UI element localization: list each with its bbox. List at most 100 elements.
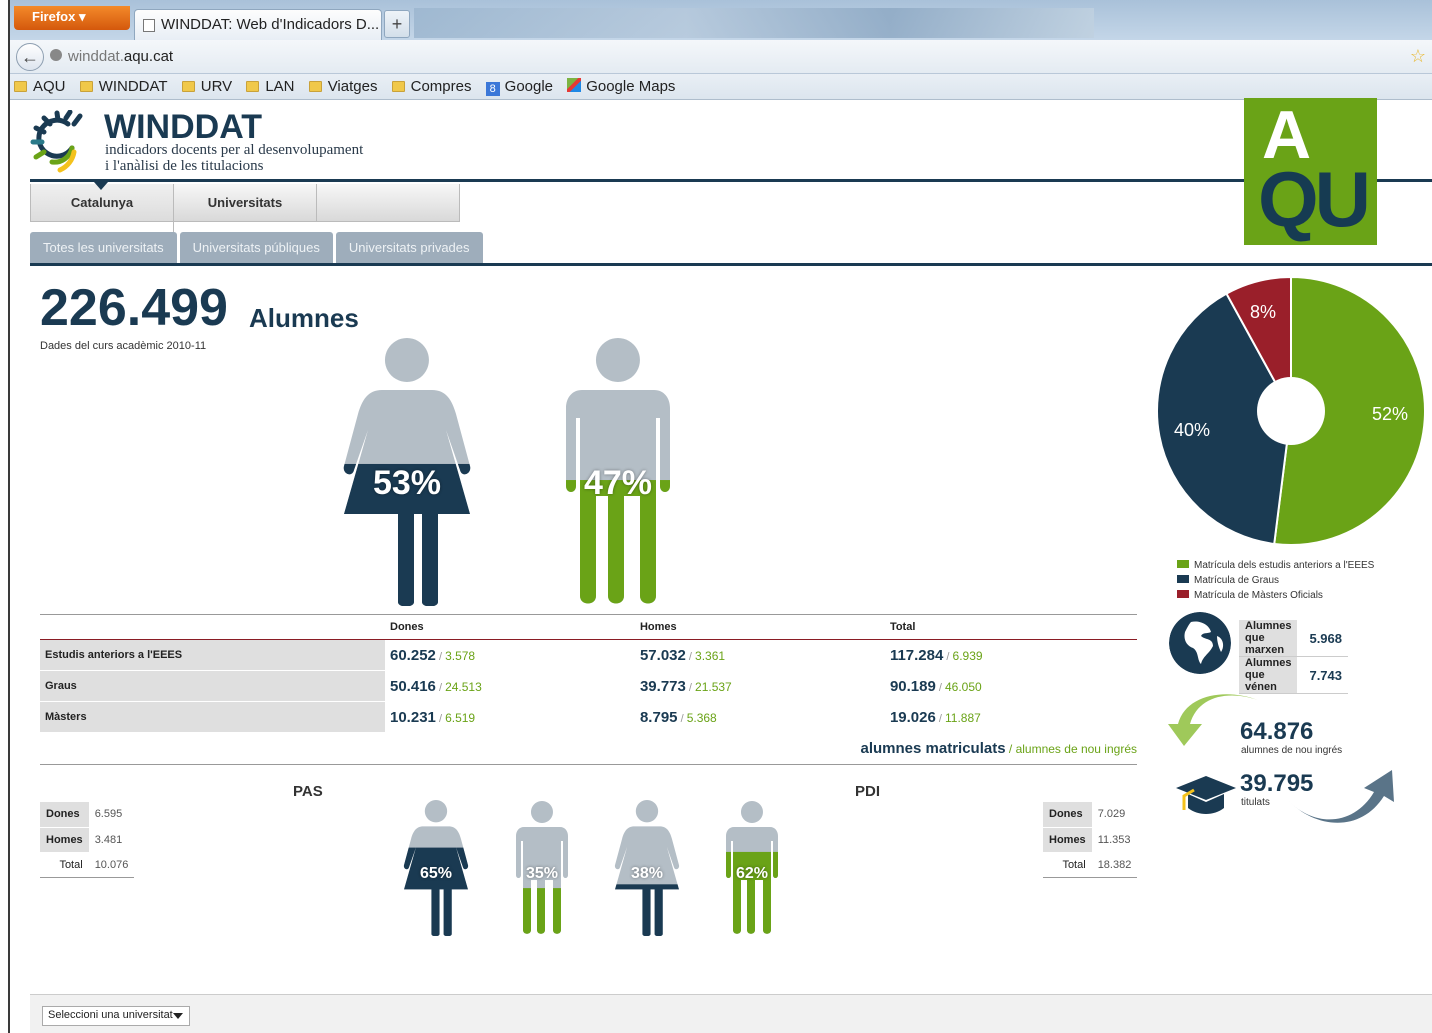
pie-label-masters: 8% — [1250, 302, 1277, 322]
header-divider — [30, 179, 1244, 182]
bookmark-label: Viatges — [327, 78, 378, 95]
bookmark-label: Google Maps — [586, 78, 676, 95]
row-value: 6.595 — [88, 802, 135, 828]
new-tab-button[interactable]: + — [384, 10, 410, 38]
col-header-total: Total — [884, 614, 1137, 640]
cell-sub: 24.513 — [445, 679, 482, 694]
table-row: Alumnes que marxen 5.968 — [1239, 620, 1349, 657]
legend-label: Matrícula de Graus — [1194, 575, 1280, 586]
tabs-divider — [30, 263, 1432, 266]
cell-sub: 5.368 — [686, 710, 717, 725]
row-label: Dones — [40, 802, 89, 828]
bookmark-label: LAN — [265, 78, 295, 95]
table-row: Màsters 10.231 / 6.519 8.795 / 5.368 19.… — [40, 701, 1137, 733]
pie-label-graus: 40% — [1174, 420, 1211, 440]
cell: 19.026 / 11.887 — [884, 701, 1137, 733]
curved-arrow-out-icon — [1288, 770, 1394, 823]
cell-main: 39.773 — [639, 677, 686, 695]
outgoing-value: 5.968 — [1297, 620, 1349, 657]
cell-main: 8.795 — [639, 708, 678, 726]
total-students: 226.499 — [40, 279, 228, 337]
back-arrow-icon[interactable]: ← — [16, 43, 44, 71]
folder-icon — [246, 81, 260, 92]
footer-bar: Seleccioni una universitat — [30, 994, 1432, 1033]
blurred-taskbar — [414, 8, 1094, 38]
legend-swatch-green — [1177, 560, 1189, 568]
men-percentage: 47% — [583, 464, 653, 502]
pdi-women-percentage: 38% — [630, 865, 664, 882]
pas-women-percentage: 65% — [419, 865, 453, 882]
cell-main: 50.416 — [390, 677, 436, 695]
chevron-down-icon — [173, 1013, 183, 1019]
url-bar[interactable]: winddat.aqu.cat — [50, 48, 173, 65]
incoming-label: Alumnes que vénen — [1239, 656, 1298, 694]
bookmark-winddat[interactable]: WINDDAT — [79, 78, 168, 95]
tab-universitats[interactable]: Universitats — [174, 184, 317, 221]
table-row: Homes 3.481 — [40, 827, 135, 853]
table-header: Dones Homes Total — [40, 614, 1137, 640]
cell: 57.032 / 3.361 — [634, 639, 885, 671]
pas-table: Dones 6.595 Homes 3.481 Total 10.076 — [40, 802, 135, 878]
subtab-totes[interactable]: Totes les universitats — [30, 232, 177, 264]
active-tab-indicator-icon — [94, 182, 108, 190]
table-row: Alumnes que vénen 7.743 — [1239, 656, 1349, 694]
winddat-logo-icon — [30, 110, 83, 173]
cell-main: 10.231 — [390, 708, 436, 726]
col-header-homes: Homes — [634, 614, 885, 640]
row-label: Dones — [1043, 802, 1092, 828]
table-row: Dones 6.595 — [40, 802, 135, 828]
page-content: WINDDAT indicadors docents per al desenv… — [20, 97, 1432, 1033]
pdi-man-figure: 62% — [724, 800, 780, 936]
subtab-privades[interactable]: Universitats privades — [335, 232, 483, 264]
bookmark-label: Google — [504, 78, 554, 95]
bookmark-compres[interactable]: Compres — [391, 78, 471, 95]
cell: 60.252 / 3.578 — [385, 639, 635, 671]
bookmark-google-maps[interactable]: Google Maps — [567, 78, 675, 95]
cell-main: 60.252 — [390, 646, 436, 664]
woman-figure: 53% — [342, 338, 472, 606]
bookmark-aqu[interactable]: AQU — [14, 78, 66, 95]
bookmark-label: WINDDAT — [98, 78, 168, 95]
row-label: Homes — [40, 827, 89, 853]
col-header — [40, 614, 385, 640]
bookmark-urv[interactable]: URV — [181, 78, 232, 95]
incoming-value: 7.743 — [1297, 656, 1349, 694]
cell-main: 90.189 — [889, 677, 936, 695]
folder-icon — [391, 81, 405, 92]
firefox-menu-button[interactable]: Firefox ▾ — [14, 6, 130, 30]
pas-woman-figure: 65% — [403, 800, 469, 936]
caption-sub: alumnes de nou ingrés — [1015, 742, 1137, 756]
star-icon[interactable]: ☆ — [1410, 46, 1426, 67]
maps-icon — [567, 78, 582, 92]
cell: 50.416 / 24.513 — [385, 670, 635, 702]
table-caption: alumnes matriculats / alumnes de nou ing… — [861, 740, 1138, 757]
cell-main: 117.284 — [889, 646, 944, 664]
cell: 8.795 / 5.368 — [634, 701, 885, 733]
legend-item: Matrícula de Graus — [1177, 573, 1374, 588]
site-subtitle-line1: indicadors docents per al desenvolupamen… — [105, 142, 364, 158]
man-figure: 47% — [562, 338, 674, 606]
bookmark-viatges[interactable]: Viatges — [308, 78, 378, 95]
enrollment-table: Dones Homes Total Estudis anteriors a l'… — [40, 614, 1137, 733]
caption-main: alumnes matriculats — [860, 740, 1006, 757]
bookmark-google[interactable]: 8 Google — [485, 78, 554, 96]
pas-men-percentage: 35% — [525, 865, 559, 882]
aqu-logo[interactable]: A QU — [1244, 97, 1377, 245]
tab-title: WINDDAT: Web d'Indicadors D... — [161, 16, 380, 33]
row-value: 3.481 — [88, 827, 135, 853]
mobility-table: Alumnes que marxen 5.968 Alumnes que véne… — [1239, 620, 1349, 694]
cell: 90.189 / 46.050 — [884, 670, 1137, 702]
bookmark-lan[interactable]: LAN — [246, 78, 295, 95]
subtab-publiques[interactable]: Universitats públiques — [179, 232, 333, 264]
new-students-value: 64.876 — [1240, 718, 1314, 745]
cell-main: 57.032 — [639, 646, 686, 664]
pie-hole — [1257, 377, 1325, 445]
site-subtitle-line2: i l'anàlisi de les titulacions — [105, 158, 264, 174]
google-icon: 8 — [485, 82, 500, 96]
university-select[interactable]: Seleccioni una universitat — [42, 1006, 190, 1026]
pie-label-graus-anteriors: 52% — [1372, 404, 1409, 424]
table-row: Total 18.382 — [1043, 852, 1138, 878]
row-label: Total — [1043, 852, 1092, 878]
pdi-men-percentage: 62% — [735, 865, 769, 882]
browser-tab[interactable]: WINDDAT: Web d'Indicadors D... — [134, 9, 382, 40]
